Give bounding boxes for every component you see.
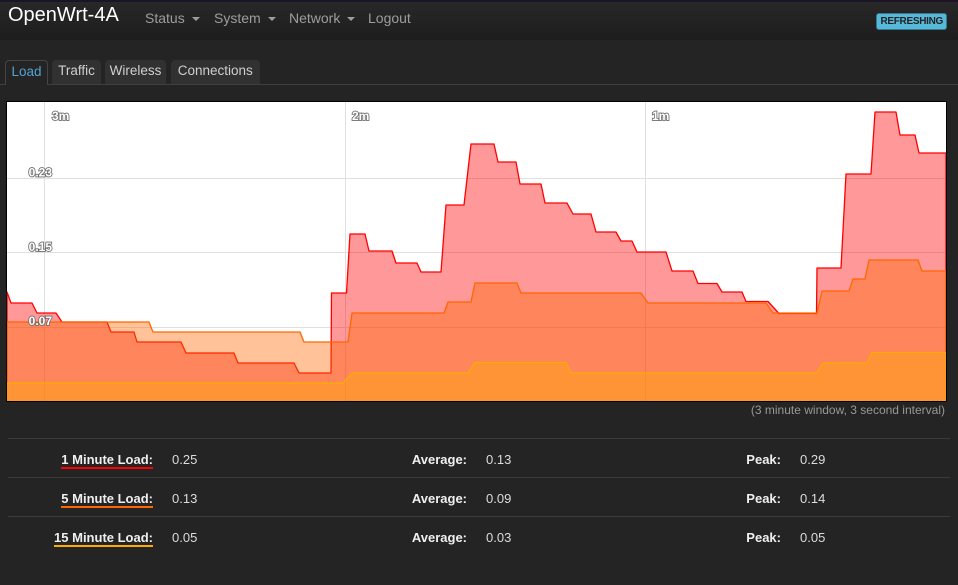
svg-text:2m: 2m <box>352 109 369 123</box>
svg-text:3m: 3m <box>52 109 69 123</box>
svg-text:1m: 1m <box>652 109 669 123</box>
svg-text:0.15: 0.15 <box>29 240 53 254</box>
svg-text:0.23: 0.23 <box>29 166 53 180</box>
svg-text:0.07: 0.07 <box>29 314 53 328</box>
